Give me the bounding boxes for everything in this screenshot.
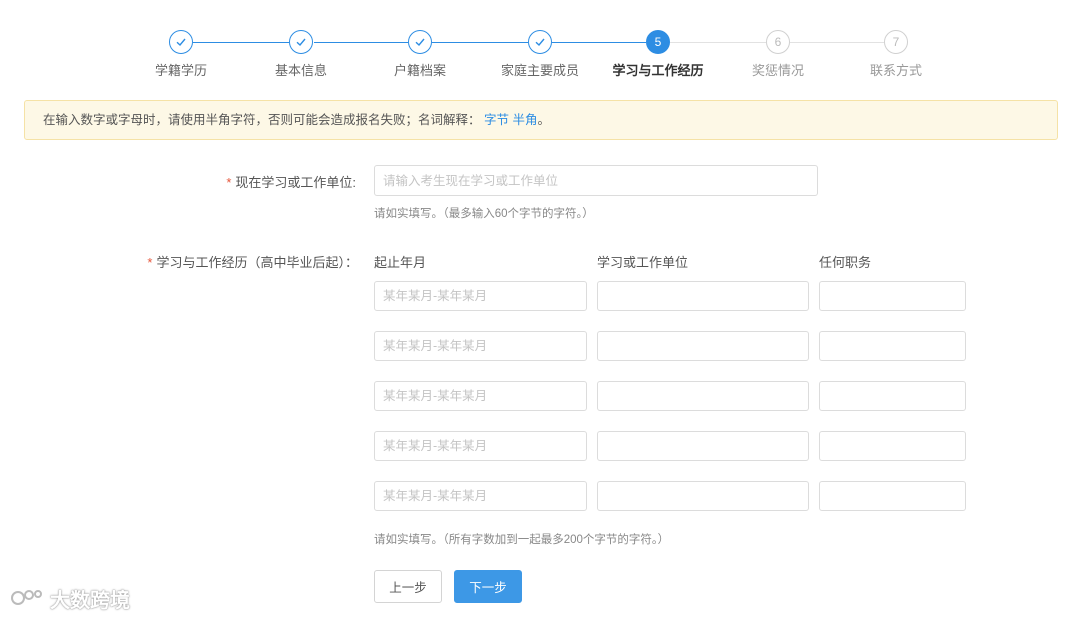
current-unit-label-text: 现在学习或工作单位:	[235, 175, 356, 190]
watermark-text: 大数跨境	[50, 589, 130, 612]
history-hint: 请如实填写。（所有字数加到一起最多200个字节的字符。）	[374, 534, 670, 546]
period-input[interactable]	[374, 331, 587, 361]
notice-banner: 在输入数字或字母时，请使用半角字符，否则可能会造成报名失败；名词解释： 字节 半…	[24, 100, 1058, 140]
period-input[interactable]	[374, 381, 587, 411]
column-header-unit: 学习或工作单位	[597, 255, 689, 270]
watermark-logo-icon	[11, 590, 42, 605]
position-input[interactable]	[819, 331, 966, 361]
step-5[interactable]: 5 学习与工作经历	[598, 30, 718, 79]
period-input[interactable]	[374, 431, 587, 461]
unit-input[interactable]	[597, 281, 809, 311]
check-icon	[169, 30, 193, 54]
position-input[interactable]	[819, 281, 966, 311]
step-label: 奖惩情况	[751, 63, 804, 78]
link-byte[interactable]: 字节	[484, 113, 509, 127]
step-2[interactable]: 基本信息	[241, 30, 361, 79]
step-label: 学习与工作经历	[612, 63, 704, 78]
step-6[interactable]: 6 奖惩情况	[718, 30, 838, 79]
column-header-period: 起止年月	[374, 255, 427, 270]
required-mark: *	[147, 255, 153, 270]
step-1[interactable]: 学籍学历	[121, 30, 241, 79]
current-unit-label: * 现在学习或工作单位:	[150, 172, 356, 191]
step-number: 6	[766, 30, 790, 54]
current-unit-hint: 请如实填写。（最多输入60个字节的字符。）	[374, 208, 594, 220]
notice-end: 。	[537, 113, 551, 127]
required-mark: *	[226, 175, 232, 190]
watermark: 大数跨境	[10, 583, 130, 613]
period-input[interactable]	[374, 481, 587, 511]
progress-stepper: 学籍学历 基本信息 户籍档案 家庭主要成员 5 学习与工作经历 6 奖惩情况 7…	[0, 0, 1080, 95]
position-input[interactable]	[819, 481, 966, 511]
notice-text: 在输入数字或字母时，请使用半角字符，否则可能会造成报名失败；名词解释：	[43, 113, 481, 127]
step-label: 基本信息	[274, 63, 327, 78]
unit-input[interactable]	[597, 481, 809, 511]
column-header-position: 任何职务	[819, 255, 872, 270]
prev-button[interactable]: 上一步	[374, 570, 442, 603]
step-label: 联系方式	[869, 63, 922, 78]
step-label: 户籍档案	[393, 63, 446, 78]
history-label-text: 学习与工作经历（高中毕业后起）：	[156, 255, 358, 270]
unit-input[interactable]	[597, 381, 809, 411]
position-input[interactable]	[819, 431, 966, 461]
position-input[interactable]	[819, 381, 966, 411]
step-7[interactable]: 7 联系方式	[836, 30, 956, 79]
period-input[interactable]	[374, 281, 587, 311]
current-unit-input[interactable]	[374, 165, 818, 196]
next-button[interactable]: 下一步	[454, 570, 522, 603]
check-icon	[408, 30, 432, 54]
check-icon	[528, 30, 552, 54]
step-number: 5	[646, 30, 670, 54]
unit-input[interactable]	[597, 431, 809, 461]
unit-input[interactable]	[597, 331, 809, 361]
step-number: 7	[884, 30, 908, 54]
link-halfwidth[interactable]: 半角	[513, 113, 538, 127]
step-4[interactable]: 家庭主要成员	[480, 30, 600, 79]
step-label: 家庭主要成员	[500, 63, 579, 78]
step-label: 学籍学历	[154, 63, 207, 78]
step-3[interactable]: 户籍档案	[360, 30, 480, 79]
history-label: * 学习与工作经历（高中毕业后起）：	[100, 252, 358, 271]
check-icon	[289, 30, 313, 54]
